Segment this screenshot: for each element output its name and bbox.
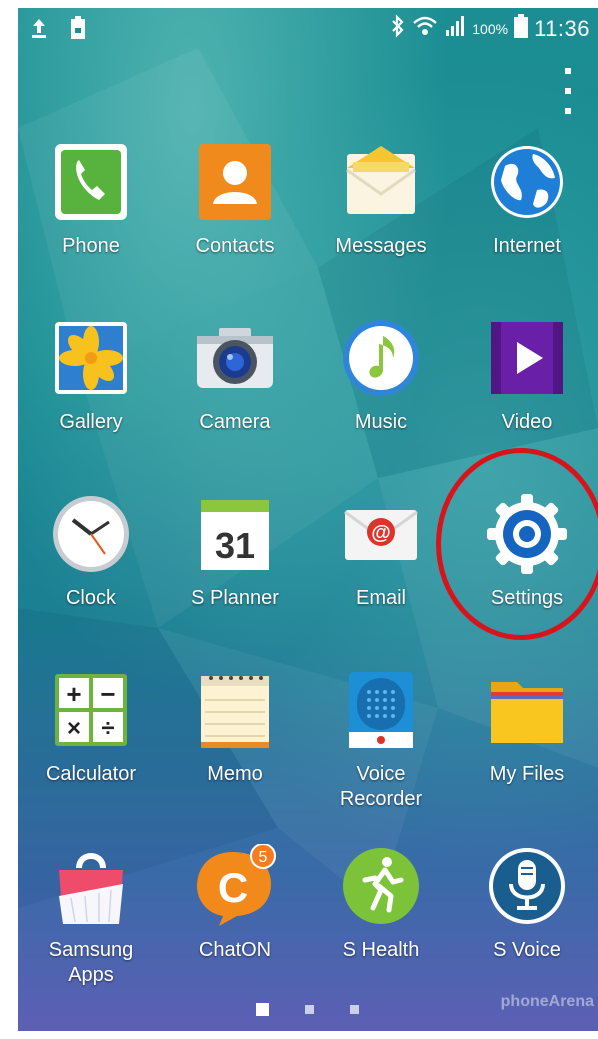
internet-icon — [491, 146, 563, 218]
app-label: S Voice — [493, 939, 561, 961]
runner-icon — [343, 848, 419, 924]
app-label: Memo — [207, 763, 263, 785]
wifi-icon — [412, 15, 438, 42]
app-label: Calculator — [45, 763, 137, 785]
app-label: Email — [355, 587, 406, 609]
app-label: ChatON — [198, 939, 272, 961]
calendar-icon: 31 — [201, 500, 269, 570]
status-bar: 100% 11:36 — [18, 8, 598, 48]
messages-icon — [346, 146, 416, 214]
app-label: Camera — [199, 411, 271, 433]
video-icon — [491, 322, 563, 394]
page-dot-3[interactable] — [350, 1005, 359, 1014]
app-label: Contacts — [195, 235, 275, 257]
calculator-icon: + − × ÷ — [55, 674, 127, 746]
battery-saver-icon — [70, 16, 86, 45]
status-clock: 11:36 — [534, 15, 590, 41]
shopping-bag-icon — [59, 853, 123, 924]
app-label: Messages — [335, 235, 427, 257]
folder-icon — [491, 682, 563, 743]
app-label: Gallery — [59, 411, 123, 433]
page-dot-2[interactable] — [305, 1005, 314, 1014]
app-label: Music — [354, 411, 408, 433]
app-label: Internet — [493, 235, 561, 257]
chaton-letter: C — [218, 864, 248, 911]
chat-icon: C 5 — [197, 844, 276, 926]
overflow-menu-button[interactable] — [558, 68, 578, 114]
page-dot-1[interactable] — [256, 1003, 269, 1016]
voice-recorder-icon — [349, 672, 413, 748]
app-label: Clock — [65, 587, 116, 609]
bluetooth-icon — [390, 14, 406, 43]
calc-minus: − — [100, 679, 115, 709]
app-label: Video — [501, 411, 553, 433]
watermark-logo: phoneArena — [500, 993, 594, 1010]
gallery-icon — [55, 322, 127, 394]
upload-icon — [30, 17, 48, 44]
battery-icon — [514, 14, 529, 43]
home-screen: 100% 11:36 Phone Contacts Messages Inter… — [18, 8, 598, 1031]
settings-gear-icon — [487, 494, 567, 574]
notification-badge: 5 — [259, 849, 268, 866]
calc-plus: + — [66, 679, 81, 709]
signal-icon — [444, 15, 466, 42]
app-label: Settings — [490, 587, 564, 609]
contacts-icon — [199, 144, 271, 220]
app-label: Samsung Apps — [48, 939, 134, 986]
microphone-icon — [489, 848, 565, 924]
email-icon: @ — [344, 510, 418, 560]
email-at-symbol: @ — [371, 522, 391, 544]
music-icon — [343, 320, 419, 396]
memo-icon — [201, 676, 269, 748]
clock-icon — [53, 496, 129, 572]
app-label: My Files — [489, 763, 565, 785]
app-label: S Planner — [191, 587, 279, 609]
calendar-date: 31 — [215, 525, 255, 566]
camera-icon — [197, 328, 273, 388]
app-label: Voice Recorder — [339, 763, 423, 810]
phone-icon — [55, 144, 127, 220]
app-label: S Health — [342, 939, 420, 961]
app-label: Phone — [62, 235, 120, 257]
calc-divide: ÷ — [101, 715, 114, 742]
page-indicator[interactable] — [256, 1003, 359, 1016]
calc-times: × — [67, 715, 81, 742]
battery-percent: 100% — [472, 20, 509, 37]
